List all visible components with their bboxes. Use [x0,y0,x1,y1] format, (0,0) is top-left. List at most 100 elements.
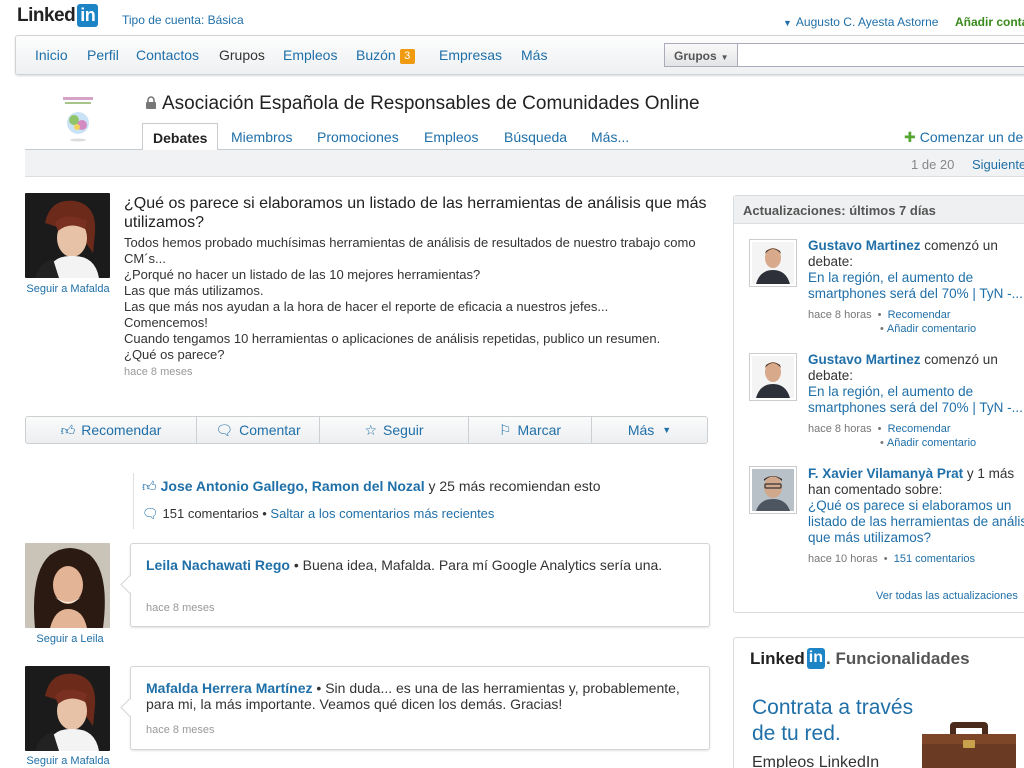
promo-logo-text: Linked [750,648,805,668]
flag-icon: ⚐ [498,421,512,438]
main-nav: Inicio Perfil Contactos Grupos Empleos B… [15,35,1024,75]
update-avatar[interactable] [749,353,797,401]
update-recommend-link[interactable]: Recomendar [888,309,951,321]
start-discussion-link[interactable]: ✚ Comenzar un deb [904,129,1024,146]
follow-author-link[interactable]: Seguir a Mafalda [18,283,118,295]
logo-in-badge: in [77,4,99,27]
discussion-body-line: Cuando tengamos 10 herramientas o aplica… [124,331,661,346]
group-title: Asociación Española de Responsables de C… [162,93,700,114]
tab-miembros[interactable]: Miembros [231,129,292,145]
promo-panel[interactable]: Linked in. Funcionalidades Contrata a tra… [733,637,1024,768]
recommenders-line: 👍︎ Jose Antonio Gallego, Ramon del Nozal … [142,478,600,495]
see-all-updates-link[interactable]: Ver todas las actualizaciones [876,590,1018,602]
update-time: hace 8 horas [808,309,872,321]
user-menu[interactable]: ▼ Augusto C. Ayesta Astorne [783,15,938,29]
update-text: Gustavo Martinez comenzó un debate: En l… [808,238,1024,302]
follow-commenter-link[interactable]: Seguir a Leila [20,633,120,645]
discussion-body-line: Todos hemos probado muchísimas herramien… [124,235,700,266]
nav-perfil[interactable]: Perfil [87,47,119,63]
recommend-button[interactable]: 👍︎ Recomendar [26,417,197,443]
nav-buzon[interactable]: Buzón 3 [356,47,415,64]
thumbs-up-icon: 👍︎ [142,478,157,494]
linkedin-logo[interactable]: Linked in [17,4,99,27]
promo-headline[interactable]: Contrata a través de tu red. [752,695,942,747]
discussion-body: Todos hemos probado muchísimas herramien… [124,235,714,363]
updates-panel: Actualizaciones: últimos 7 días Gustavo … [733,195,1024,613]
nav-empleos[interactable]: Empleos [283,47,337,63]
update-text: F. Xavier Vilamanyà Prat y 1 más han com… [808,466,1024,546]
update-actor-link[interactable]: F. Xavier Vilamanyà Prat [808,466,963,481]
update-time: hace 10 horas [808,553,878,565]
logo-text: Linked [17,4,76,26]
search-input[interactable] [738,43,1024,67]
update-recommend-link[interactable]: Recomendar [888,423,951,435]
nav-mas[interactable]: Más [521,47,547,63]
update-comments-link[interactable]: 151 comentarios [894,553,975,565]
commenter-avatar[interactable] [25,666,110,751]
comment-card: Leila Nachawati Rego • Buena idea, Mafal… [130,543,710,627]
update-discussion-link[interactable]: En la región, el aumento de smartphones … [808,270,1023,301]
add-contacts-link[interactable]: Añadir conta [955,15,1024,29]
nav-contactos[interactable]: Contactos [136,47,199,63]
update-meta: hace 8 horas • Recomendar • Añadir coment… [808,309,977,335]
recommenders-names[interactable]: Jose Antonio Gallego, Ramon del Nozal [161,478,425,494]
speech-bubble-icon: 🗨︎ [215,421,234,438]
discussion-body-line: Las que más nos ayudan a la hora de hace… [124,299,609,314]
comment-author-link[interactable]: Mafalda Herrera Martínez [146,680,313,696]
updates-header: Actualizaciones: últimos 7 días [734,196,1024,224]
comment-label: Comentar [239,422,301,438]
tab-promociones[interactable]: Promociones [317,129,399,145]
tab-empleos[interactable]: Empleos [424,129,478,145]
discussion-time: hace 8 meses [124,366,193,378]
search-scope-select[interactable]: Grupos ▼ [664,43,738,67]
briefcase-icon [922,722,1016,768]
promo-logo: Linked in. Funcionalidades [750,648,970,669]
update-actor-link[interactable]: Gustavo Martinez [808,238,921,253]
pager-next-link[interactable]: Siguiente [972,157,1024,172]
group-tabs: Debates Miembros Promociones Empleos Bús… [25,123,1024,151]
plus-icon: ✚ [904,129,916,145]
update-add-comment-link[interactable]: Añadir comentario [887,437,976,449]
promo-logo-rest: . Funcionalidades [826,648,970,668]
comment-button[interactable]: 🗨︎ Comentar [197,417,320,443]
discussion-body-line: ¿Porqué no hacer un listado de las 10 me… [124,267,481,282]
nav-buzon-label: Buzón [356,47,396,63]
update-discussion-link[interactable]: En la región, el aumento de smartphones … [808,384,1023,415]
recommend-label: Recomendar [81,422,162,438]
discussion-body-line: Las que más utilizamos. [124,283,264,298]
nav-empresas[interactable]: Empresas [439,47,502,63]
update-add-comment-link[interactable]: Añadir comentario [887,323,976,335]
comment-author-link[interactable]: Leila Nachawati Rego [146,557,290,573]
tab-busqueda[interactable]: Búsqueda [504,129,567,145]
update-time: hace 8 horas [808,423,872,435]
nav-inicio[interactable]: Inicio [35,47,68,63]
tab-debates[interactable]: Debates [142,123,219,151]
update-avatar[interactable] [749,239,797,287]
follow-button[interactable]: ☆ Seguir [320,417,469,443]
promo-logo-in: in [806,648,826,669]
caret-down-icon: ▼ [720,53,729,62]
more-actions-button[interactable]: Más ▼ [592,417,707,443]
commenter-avatar[interactable] [25,543,110,628]
pager-count: 1 de 20 [911,157,955,172]
search-scope-label: Grupos [674,49,717,63]
follow-commenter-link[interactable]: Seguir a Mafalda [18,755,118,767]
comment-time: hace 8 meses [146,724,215,736]
update-discussion-link[interactable]: ¿Qué os parece si elaboramos un listado … [808,498,1024,545]
update-avatar[interactable] [749,466,797,514]
flag-label: Marcar [517,422,562,438]
author-avatar[interactable] [25,193,110,278]
account-type-link[interactable]: Tipo de cuenta: Básica [122,13,244,27]
caret-down-icon: ▼ [783,18,792,28]
discussion-body-line: ¿Qué os parece? [124,347,225,362]
flag-button[interactable]: ⚐ Marcar [469,417,592,443]
pager-bar: 1 de 20 Siguiente [25,150,1024,177]
inbox-badge: 3 [399,49,415,64]
nav-grupos[interactable]: Grupos [219,47,265,63]
tab-mas[interactable]: Más... [591,129,629,145]
discussion-action-bar: 👍︎ Recomendar 🗨︎ Comentar ☆ Seguir ⚐ Marcar … [25,416,708,444]
update-actor-link[interactable]: Gustavo Martinez [808,352,921,367]
discussion-title[interactable]: ¿Qué os parece si elaboramos un listado … [124,194,714,232]
jump-latest-comments-link[interactable]: Saltar a los comentarios más recientes [270,506,494,521]
comment-text: Leila Nachawati Rego • Buena idea, Mafal… [146,557,701,573]
